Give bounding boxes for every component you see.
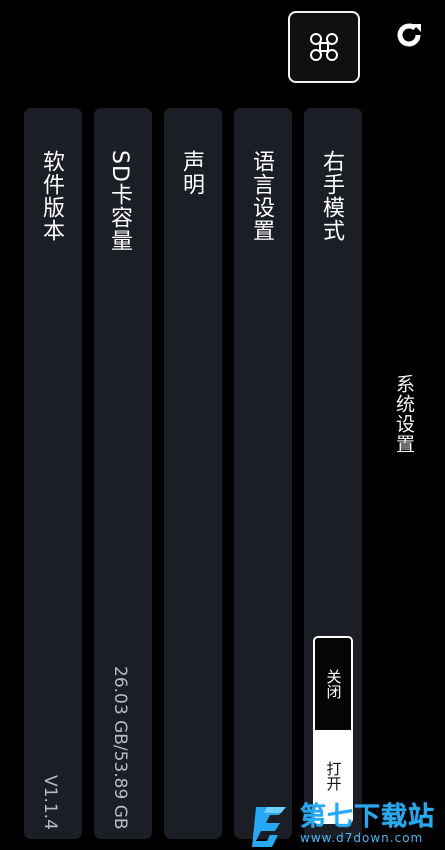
toggle-on-option[interactable]: 打开 [315,730,351,822]
statement-card[interactable]: 声明 [164,108,222,839]
refresh-button[interactable] [389,16,429,56]
drone-icon [310,33,338,61]
sd-card-capacity-card: SD卡容量 26.03 GB/53.89 GB [94,108,152,839]
sd-card-capacity-label: SD卡容量 [107,150,132,252]
right-hand-mode-label: 右手模式 [319,150,344,242]
software-version-label: 软件版本 [39,150,64,242]
drone-button[interactable] [288,11,360,83]
statement-label: 声明 [179,150,204,196]
software-version-card: 软件版本 V1.1.4 [24,108,82,839]
right-hand-mode-toggle[interactable]: 关闭 打开 [313,636,353,824]
software-version-value: V1.1.4 [40,775,60,830]
toggle-off-option[interactable]: 关闭 [315,638,351,730]
refresh-icon [397,23,421,47]
language-settings-label: 语言设置 [249,150,274,242]
page-title: 系统设置 [393,374,415,454]
right-hand-mode-card: 右手模式 关闭 打开 [304,108,362,839]
language-settings-card[interactable]: 语言设置 [234,108,292,839]
sd-card-capacity-value: 26.03 GB/53.89 GB [110,666,130,830]
